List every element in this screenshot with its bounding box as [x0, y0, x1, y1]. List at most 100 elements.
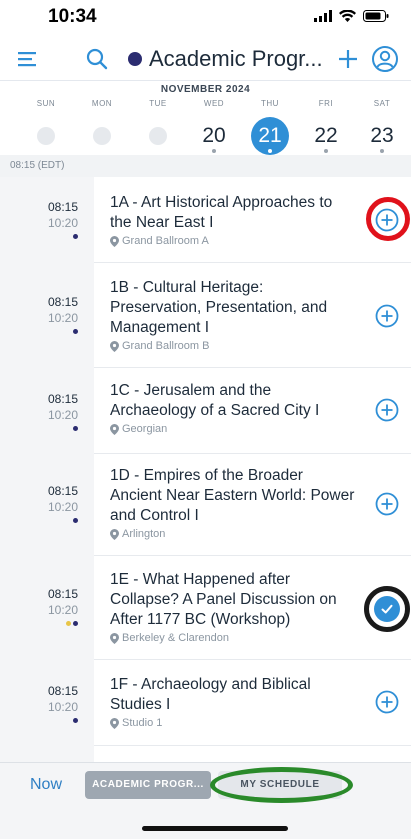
session-times: 08:15 10:20 — [0, 684, 94, 723]
session-content[interactable]: 1E - What Happened after Collapse? A Pan… — [110, 570, 356, 644]
track-dots — [0, 326, 94, 334]
day-strip: SUN MON TUE WED 20 THU 21 FRI 22 SAT 23 — [0, 99, 411, 155]
track-dots — [0, 423, 94, 431]
hamburger-icon — [18, 52, 36, 67]
day-placeholder — [37, 127, 55, 145]
session-list[interactable]: 08:15 10:20 1A - Art Historical Approach… — [0, 177, 411, 762]
add-to-schedule-button[interactable] — [374, 397, 400, 423]
add-button[interactable] — [333, 44, 363, 74]
search-icon — [86, 48, 108, 70]
session-times: 08:15 10:20 — [0, 392, 94, 431]
session-location: Studio 1 — [110, 717, 356, 729]
day-number[interactable]: 20 — [195, 117, 233, 155]
session-content[interactable]: 1D - Empires of the Broader Ancient Near… — [110, 466, 356, 540]
session-content[interactable]: 1B - Cultural Heritage: Preservation, Pr… — [110, 278, 356, 352]
location-label: Grand Ballroom B — [122, 340, 210, 352]
row-divider — [94, 745, 411, 746]
session-row[interactable]: 08:15 10:20 1F - Archaeology and Biblica… — [0, 660, 411, 746]
add-to-schedule-button[interactable] — [374, 491, 400, 517]
page-title: Academic Progr... — [149, 46, 323, 71]
track-selector[interactable]: Academic Progr... — [128, 46, 323, 72]
session-title[interactable]: 1D - Empires of the Broader Ancient Near… — [110, 466, 356, 526]
session-row[interactable]: 08:15 10:20 1D - Empires of the Broader … — [0, 454, 411, 556]
start-time: 08:15 — [47, 200, 78, 214]
location-pin-icon — [110, 632, 119, 644]
track-dots — [0, 515, 94, 523]
start-time: 08:15 — [47, 295, 78, 309]
track-color-dot — [128, 52, 142, 66]
battery-icon — [363, 10, 389, 22]
session-title[interactable]: 1B - Cultural Heritage: Preservation, Pr… — [110, 278, 356, 338]
day-name: MON — [91, 99, 113, 108]
plus-icon — [339, 50, 357, 68]
session-title[interactable]: 1C - Jerusalem and the Archaeology of a … — [110, 381, 356, 421]
signal-icon — [314, 10, 332, 22]
plus-circle-icon — [375, 690, 399, 714]
search-button[interactable] — [82, 44, 112, 74]
session-row[interactable]: 08:15 10:20 1A - Art Historical Approach… — [0, 177, 411, 263]
location-pin-icon — [110, 717, 119, 729]
tab-academic-program[interactable]: ACADEMIC PROGR... — [85, 771, 211, 799]
location-pin-icon — [110, 423, 119, 435]
day-fri[interactable]: FRI 22 — [302, 99, 350, 155]
session-row[interactable]: 08:15 10:20 1E - What Happened after Col… — [0, 556, 411, 660]
day-name: WED — [203, 99, 225, 108]
add-to-schedule-button[interactable] — [374, 689, 400, 715]
now-button[interactable]: Now — [30, 776, 62, 794]
menu-button[interactable] — [12, 44, 42, 74]
end-time: 10:20 — [47, 311, 78, 325]
session-row[interactable]: 08:15 10:20 1C - Jerusalem and the Archa… — [0, 368, 411, 454]
track-dots — [0, 231, 94, 239]
day-number[interactable]: 23 — [363, 117, 401, 155]
location-label: Berkeley & Clarendon — [122, 632, 230, 644]
event-marker — [324, 149, 328, 153]
session-title[interactable]: 1E - What Happened after Collapse? A Pan… — [110, 570, 356, 630]
day-placeholder — [149, 127, 167, 145]
day-number-selected[interactable]: 21 — [251, 117, 289, 155]
day-name: SUN — [36, 99, 56, 108]
session-content[interactable]: 1C - Jerusalem and the Archaeology of a … — [110, 381, 356, 435]
session-title[interactable]: 1F - Archaeology and Biblical Studies I — [110, 675, 356, 715]
location-pin-icon — [110, 235, 119, 247]
session-location: Arlington — [110, 528, 356, 540]
location-label: Arlington — [122, 528, 166, 540]
day-name: FRI — [318, 99, 334, 108]
day-thu[interactable]: THU 21 — [246, 99, 294, 155]
day-placeholder — [93, 127, 111, 145]
wifi-icon — [339, 10, 356, 22]
location-pin-icon — [110, 528, 119, 540]
session-content[interactable]: 1F - Archaeology and Biblical Studies I … — [110, 675, 356, 729]
highlight-circle-red — [366, 197, 410, 241]
highlight-circle-green — [210, 767, 353, 803]
profile-button[interactable] — [370, 44, 400, 74]
session-title[interactable]: 1A - Art Historical Approaches to the Ne… — [110, 193, 356, 233]
track-dots — [0, 715, 94, 723]
user-icon — [372, 46, 398, 72]
day-name: TUE — [149, 99, 167, 108]
start-time: 08:15 — [47, 392, 78, 406]
status-icons — [314, 10, 389, 22]
add-to-schedule-button[interactable] — [374, 303, 400, 329]
session-times: 08:15 10:20 — [0, 587, 94, 626]
session-location: Grand Ballroom B — [110, 340, 356, 352]
day-number[interactable]: 22 — [307, 117, 345, 155]
end-time: 10:20 — [47, 408, 78, 422]
plus-circle-icon — [375, 304, 399, 328]
end-time: 10:20 — [47, 216, 78, 230]
event-marker — [380, 149, 384, 153]
end-time: 10:20 — [47, 603, 78, 617]
track-dots — [0, 618, 94, 626]
day-sun: SUN — [22, 99, 70, 145]
plus-circle-icon — [375, 398, 399, 422]
day-sat[interactable]: SAT 23 — [358, 99, 406, 155]
session-location: Berkeley & Clarendon — [110, 632, 356, 644]
day-tue: TUE — [134, 99, 182, 145]
session-location: Georgian — [110, 423, 356, 435]
day-wed[interactable]: WED 20 — [190, 99, 238, 155]
location-pin-icon — [110, 340, 119, 352]
home-indicator — [142, 826, 288, 831]
location-label: Studio 1 — [122, 717, 163, 729]
session-content[interactable]: 1A - Art Historical Approaches to the Ne… — [110, 193, 356, 247]
session-times: 08:15 10:20 — [0, 200, 94, 239]
session-row[interactable]: 08:15 10:20 1B - Cultural Heritage: Pres… — [0, 263, 411, 368]
